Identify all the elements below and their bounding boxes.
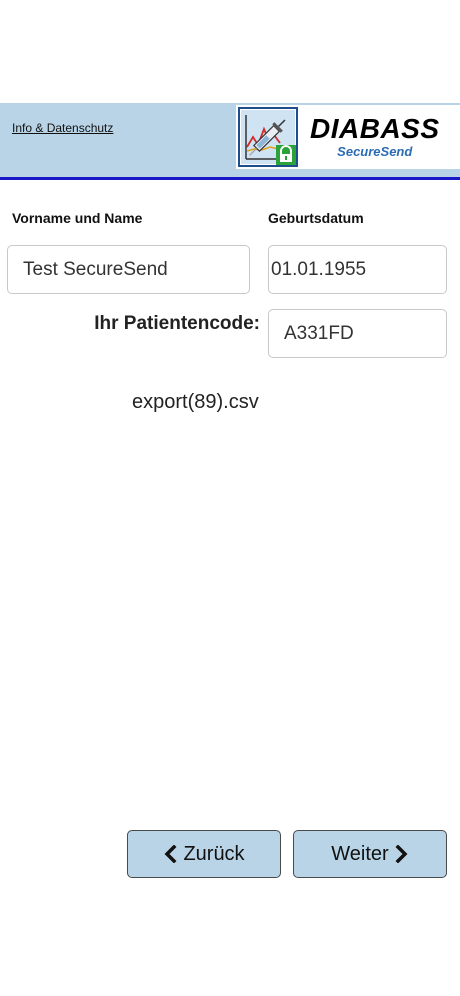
next-button[interactable]: Weiter — [293, 830, 447, 878]
birthdate-field[interactable]: 01.01.1955 — [268, 245, 447, 294]
birthdate-label: Geburtsdatum — [268, 210, 364, 226]
syringe-chart-lock-icon — [238, 107, 298, 167]
next-button-label: Weiter — [331, 842, 389, 865]
chevron-left-icon — [163, 845, 177, 863]
app-header: Info & Datenschutz DIABASS SecureSend — [0, 103, 460, 180]
name-label: Vorname und Name — [12, 210, 143, 226]
diabass-logo: DIABASS SecureSend — [236, 105, 460, 169]
patient-code-field[interactable]: A331FD — [268, 309, 447, 358]
logo-subtitle: SecureSend — [337, 144, 413, 159]
patient-code-label: Ihr Patientencode: — [94, 313, 260, 334]
info-privacy-link[interactable]: Info & Datenschutz — [12, 121, 113, 135]
logo-title: DIABASS — [310, 113, 440, 144]
name-field[interactable]: Test SecureSend — [7, 245, 250, 294]
file-name: export(89).csv — [132, 391, 259, 413]
back-button[interactable]: Zurück — [127, 830, 281, 878]
chevron-right-icon — [395, 845, 409, 863]
back-button-label: Zurück — [183, 842, 245, 865]
